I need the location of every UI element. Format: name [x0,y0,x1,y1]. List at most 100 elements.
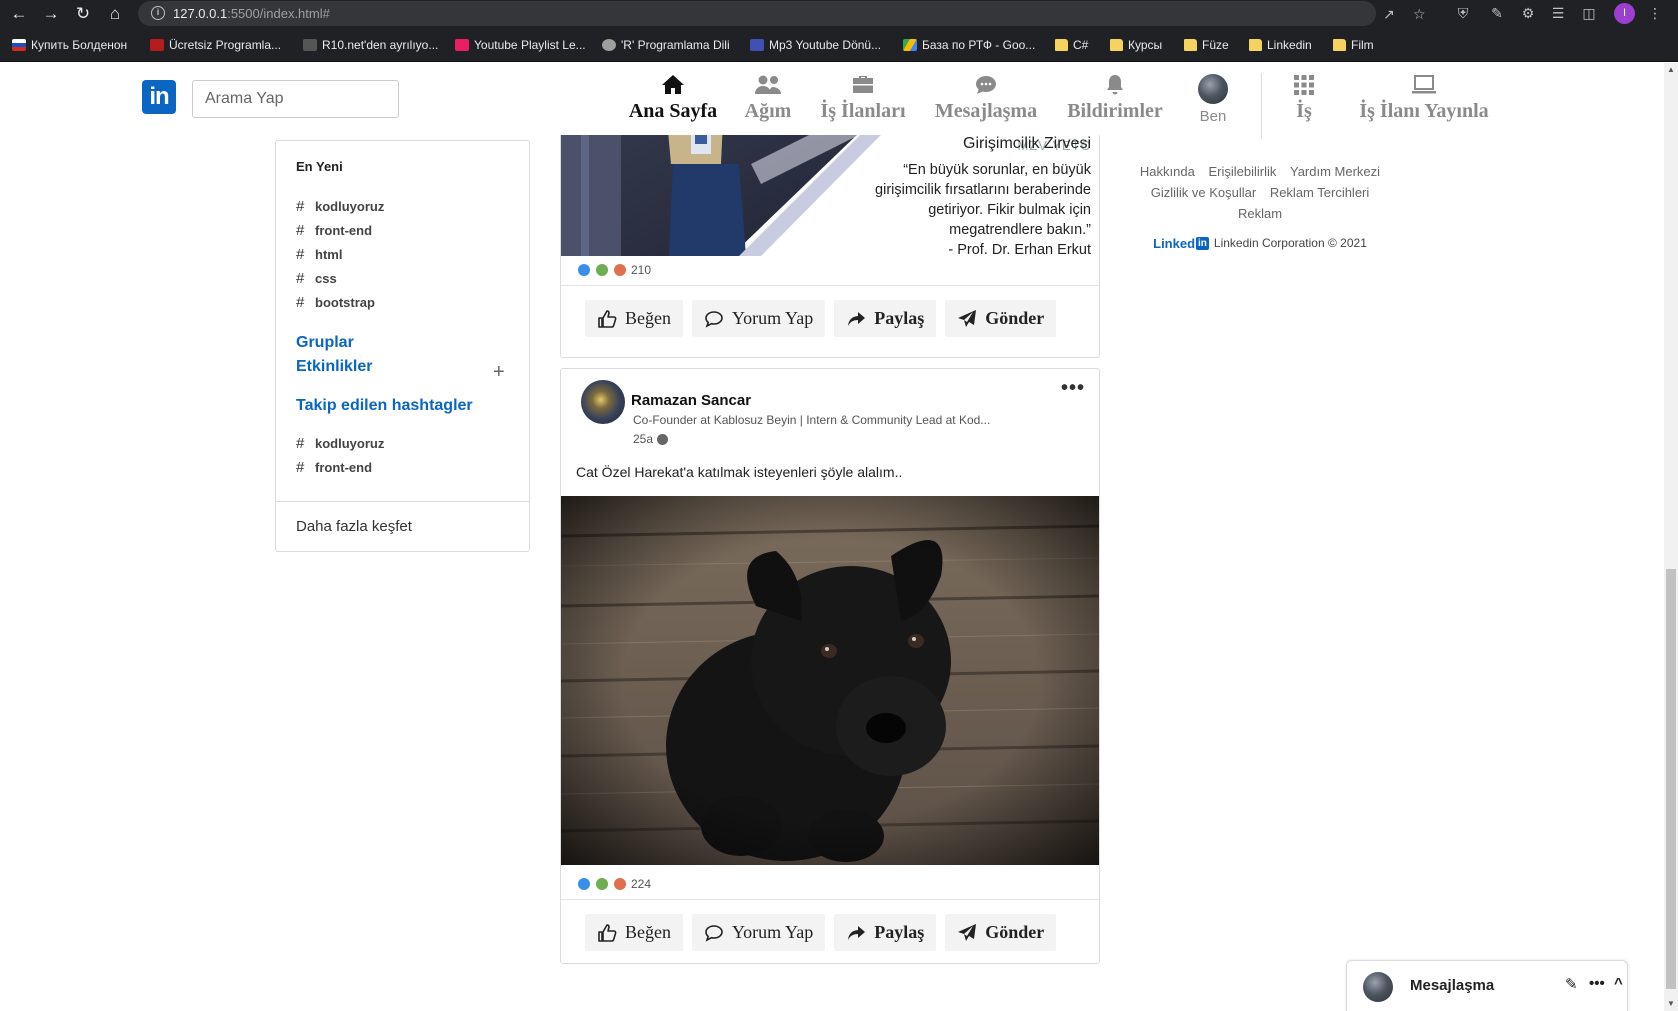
hashtag-link[interactable]: # css [296,270,337,287]
hashtag-link[interactable]: # kodluyoruz [296,198,384,215]
author-name[interactable]: Ramazan Sancar [631,392,751,409]
banner-title: Girişimcilik Zirvesi [963,135,1091,152]
bookmark-item[interactable]: Ücretsiz Programla... [150,36,281,53]
nav-me[interactable]: Ben [1193,73,1233,131]
like-button[interactable]: Beğen [585,914,683,951]
send-button[interactable]: Gönder [945,914,1057,951]
hashtag-link[interactable]: # front-end [296,222,372,239]
nav-jobs[interactable]: İş İlanları [813,73,913,131]
reload-icon[interactable]: ↻ [73,4,93,24]
menu-icon[interactable]: ⋮ [1646,4,1664,22]
page-scrollbar[interactable]: ▲ ▼ [1664,63,1678,1011]
footer-link-accessibility[interactable]: Erişilebilirlik [1208,164,1276,179]
search-input[interactable] [192,80,399,118]
nav-notifications[interactable]: Bildirimler [1060,73,1170,131]
site-favicon-icon [303,38,317,51]
followed-hashtags-link[interactable]: Takip edilen hashtagler [296,397,473,415]
like-reaction-icon [577,263,591,277]
page-viewport: En Yeni # kodluyoruz # front-end # html # cs… [0,63,1664,1011]
post-actions: Beğen Yorum Yap Paylaş Gönder [585,914,1057,951]
banner-quote-author: - Prof. Dr. Erhan Erkut [948,242,1091,256]
share-arrow-icon [848,925,866,940]
bookmark-star-icon[interactable]: ☆ [1413,6,1426,23]
bookmark-folder[interactable]: C# [1055,36,1088,53]
user-avatar [1363,972,1393,1002]
groups-link[interactable]: Gruplar [296,334,354,352]
hashtag-link[interactable]: # kodluyoruz [296,435,384,452]
bookmark-item[interactable]: R10.net'den ayrılıyo... [303,36,438,53]
share-button[interactable]: Paylaş [834,914,937,951]
forward-icon[interactable]: → [41,4,61,24]
profile-avatar[interactable]: I [1614,3,1635,24]
messaging-dock[interactable]: Mesajlaşma ✎ ••• ^ [1346,960,1628,1011]
hashtag-link[interactable]: # bootstrap [296,294,375,311]
site-favicon-icon [150,38,164,51]
address-bar[interactable]: i 127.0.0.1:5500/index.html# ↗ ☆ [138,1,1426,26]
site-favicon-icon [750,38,764,51]
flag-icon [12,38,26,51]
share-button[interactable]: Paylaş [834,300,937,337]
bookmark-item[interactable]: 'R' Programlama Dili [602,36,730,53]
folder-icon [1249,38,1262,51]
reading-list-icon[interactable]: ☰ [1549,4,1567,22]
scroll-up-icon[interactable]: ▲ [1666,65,1676,74]
bookmark-folder[interactable]: Füze [1184,36,1229,53]
comment-button[interactable]: Yorum Yap [691,300,826,337]
add-event-icon[interactable]: + [493,361,505,384]
author-avatar[interactable] [581,380,625,424]
events-link[interactable]: Etkinlikler [296,358,372,376]
bookmark-folder[interactable]: Linkedin [1249,36,1312,53]
site-info-icon[interactable]: i [151,6,165,20]
extensions-puzzle-icon[interactable]: ⚙ [1519,4,1537,22]
nav-network[interactable]: Ağım [735,73,801,131]
browser-toolbar: ← → ↻ ⌂ i 127.0.0.1:5500/index.html# ↗ ☆… [0,0,1678,27]
comment-button[interactable]: Yorum Yap [691,914,826,951]
extension-shield-icon[interactable]: ⛨ [1454,4,1472,22]
footer-link-about[interactable]: Hakkında [1140,164,1195,179]
footer-link-ad-prefs[interactable]: Reklam Tercihleri [1270,185,1369,200]
post-photo-dog[interactable] [561,496,1100,865]
folder-icon [1110,38,1123,51]
url-text[interactable]: 127.0.0.1:5500/index.html# [173,6,330,21]
nav-work[interactable]: İş [1286,73,1322,131]
footer-link-help[interactable]: Yardım Merkezi [1290,164,1380,179]
reaction-summary[interactable]: 224 [577,877,651,891]
grid-icon [1294,75,1314,95]
love-reaction-icon [613,263,627,277]
send-button[interactable]: Gönder [945,300,1057,337]
banner-quote-line: girişimcilik fırsatlarını beraberinde [875,182,1091,198]
chevron-up-icon[interactable]: ^ [1614,975,1623,992]
bookmark-item[interactable]: Youtube Playlist Le... [455,36,586,53]
linkedin-logo[interactable]: in [142,80,176,114]
discover-more-link[interactable]: Daha fazla keşfet [296,518,412,535]
nav-messaging[interactable]: Mesajlaşma [927,73,1045,131]
reaction-count: 224 [631,877,652,891]
scroll-thumb[interactable] [1666,569,1676,989]
nav-home[interactable]: Ana Sayfa [623,73,723,131]
compose-icon[interactable]: ✎ [1565,975,1578,993]
scroll-down-icon[interactable]: ▼ [1666,999,1676,1008]
footer-link-privacy[interactable]: Gizlilik ve Koşullar [1151,185,1256,200]
like-button[interactable]: Beğen [585,300,683,337]
share-icon[interactable]: ↗ [1383,6,1395,23]
bookmark-folder[interactable]: Курсы [1110,36,1162,53]
bookmark-folder[interactable]: Film [1333,36,1374,53]
footer-links: Hakkında Erişilebilirlik Yardım Merkezi … [1130,161,1390,254]
home-browser-icon[interactable]: ⌂ [105,4,125,24]
back-icon[interactable]: ← [9,4,29,24]
messaging-label[interactable]: Mesajlaşma [1410,977,1494,994]
more-options-icon[interactable]: ••• [1061,377,1085,400]
network-icon [755,75,781,94]
more-options-icon[interactable]: ••• [1589,975,1605,992]
footer-link-ads[interactable]: Reklam [1238,206,1282,221]
extension-pen-icon[interactable]: ✎ [1488,4,1506,22]
nav-post-job[interactable]: İş İlanı Yayınla [1353,73,1495,131]
hashtag-link[interactable]: # front-end [296,459,372,476]
side-panel-icon[interactable]: ◫ [1580,4,1598,22]
reaction-summary[interactable]: 210 [577,263,651,277]
bookmark-item[interactable]: База по РТФ - Goo... [903,36,1035,53]
hashtag-link[interactable]: # html [296,246,342,263]
banner-quote-line: “En büyük sorunlar, en büyük [903,162,1091,178]
bookmark-item[interactable]: Mp3 Youtube Dönü... [750,36,881,53]
bookmark-item[interactable]: Купить Болденон [12,36,127,53]
